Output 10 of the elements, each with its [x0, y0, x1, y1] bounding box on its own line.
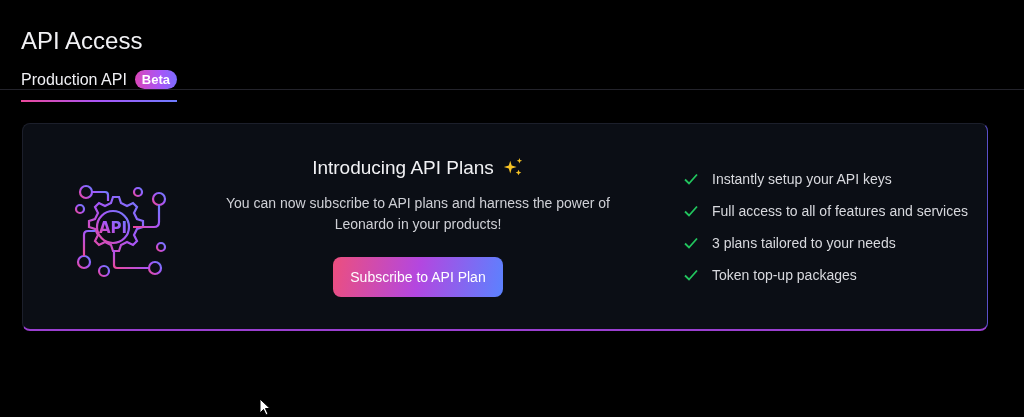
promo-heading: Introducing API Plans [312, 156, 494, 179]
beta-badge: Beta [134, 70, 178, 89]
feature-text: Instantly setup your API keys [712, 170, 892, 187]
tab[interactable]: Production API Beta [21, 67, 178, 102]
promo-description: You can now subscribe to API plans and harness the power of Leonardo in your products! [225, 193, 611, 234]
feature-text: Full access to all of features and services [712, 202, 968, 219]
subscribe-button[interactable]: Subscribe to API Plan [333, 256, 503, 297]
page-title: API Access [20, 26, 144, 55]
feature-text: 3 plans tailored to your needs [712, 234, 896, 251]
feature-text: Token top-up packages [712, 266, 857, 283]
